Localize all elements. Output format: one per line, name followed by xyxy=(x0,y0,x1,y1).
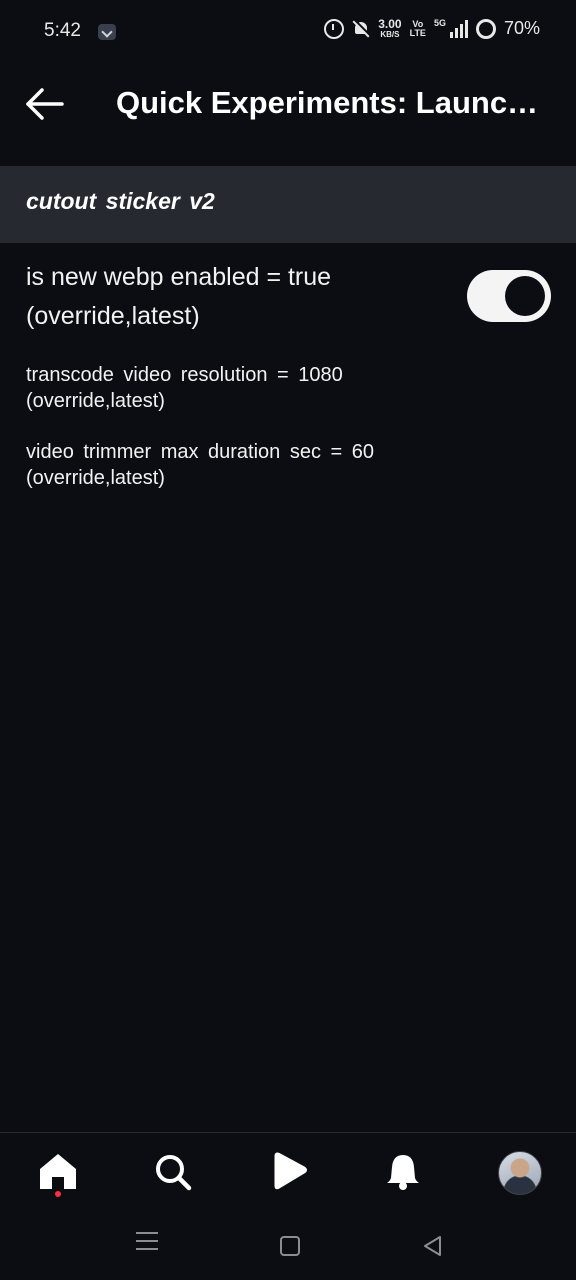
status-bar: 5:42 3.00 KB/S Vo LTE 5G 70% xyxy=(0,0,576,64)
webp-toggle-switch[interactable] xyxy=(467,270,551,322)
battery-level: 70% xyxy=(503,18,540,38)
toggle-label-line1: is new webp enabled = true xyxy=(26,263,332,291)
toggle-label-line2: (override,latest) xyxy=(26,302,200,330)
notifications-bell-icon xyxy=(387,1155,419,1190)
status-icons: 3.00 KB/S Vo LTE 5G 70% xyxy=(324,18,540,39)
section-title: cutout sticker v2 xyxy=(26,188,215,214)
tab-home[interactable] xyxy=(34,1151,82,1197)
network-speed-value: 3.00 xyxy=(378,16,402,31)
flag-item-source: (override,latest) xyxy=(26,390,165,412)
system-nav-bar xyxy=(0,1212,576,1280)
alarm-icon xyxy=(324,18,345,39)
volte-icon: Vo LTE xyxy=(409,19,426,38)
notification-icon xyxy=(98,24,116,40)
flag-item: transcode video resolution = 1080 (overr… xyxy=(26,362,426,414)
system-back-icon xyxy=(424,1236,441,1256)
home-notification-dot xyxy=(55,1191,61,1197)
home-icon xyxy=(40,1154,76,1189)
avatar xyxy=(498,1151,542,1195)
tab-notifications[interactable] xyxy=(379,1151,427,1195)
system-home-button[interactable] xyxy=(280,1236,300,1256)
back-button[interactable] xyxy=(22,82,66,126)
flag-item-source: (override,latest) xyxy=(26,467,165,489)
toggle-label: is new webp enabled = true (override,lat… xyxy=(26,258,446,336)
signal-icon xyxy=(449,19,468,38)
battery-icon xyxy=(475,18,496,39)
section-header: cutout sticker v2 xyxy=(0,166,576,243)
back-arrow-icon xyxy=(26,88,64,120)
search-icon xyxy=(156,1155,192,1191)
volte-bottom: LTE xyxy=(409,27,426,38)
page-title: Quick Experiments: Launc… xyxy=(116,85,539,120)
reels-play-icon xyxy=(274,1152,307,1190)
flag-item: video trimmer max duration sec = 60 (ove… xyxy=(26,439,426,491)
webp-toggle-row[interactable]: is new webp enabled = true (override,lat… xyxy=(0,256,576,346)
app-bar: Quick Experiments: Launc… xyxy=(0,64,576,142)
tab-reels[interactable] xyxy=(264,1151,312,1195)
mute-icon xyxy=(352,20,370,38)
toggle-knob xyxy=(505,276,545,316)
network-type: 5G xyxy=(433,18,446,28)
status-time: 5:42 xyxy=(44,20,81,41)
bottom-nav xyxy=(0,1132,576,1213)
network-speed: 3.00 KB/S xyxy=(378,16,402,39)
tab-search[interactable] xyxy=(149,1151,197,1195)
flag-item-name: video trimmer max duration sec = 60 xyxy=(26,441,375,463)
flag-item-name: transcode video resolution = 1080 xyxy=(26,364,343,386)
tab-profile[interactable] xyxy=(496,1151,544,1195)
network-speed-unit: KB/S xyxy=(380,29,400,39)
recent-apps-button[interactable] xyxy=(136,1232,158,1256)
